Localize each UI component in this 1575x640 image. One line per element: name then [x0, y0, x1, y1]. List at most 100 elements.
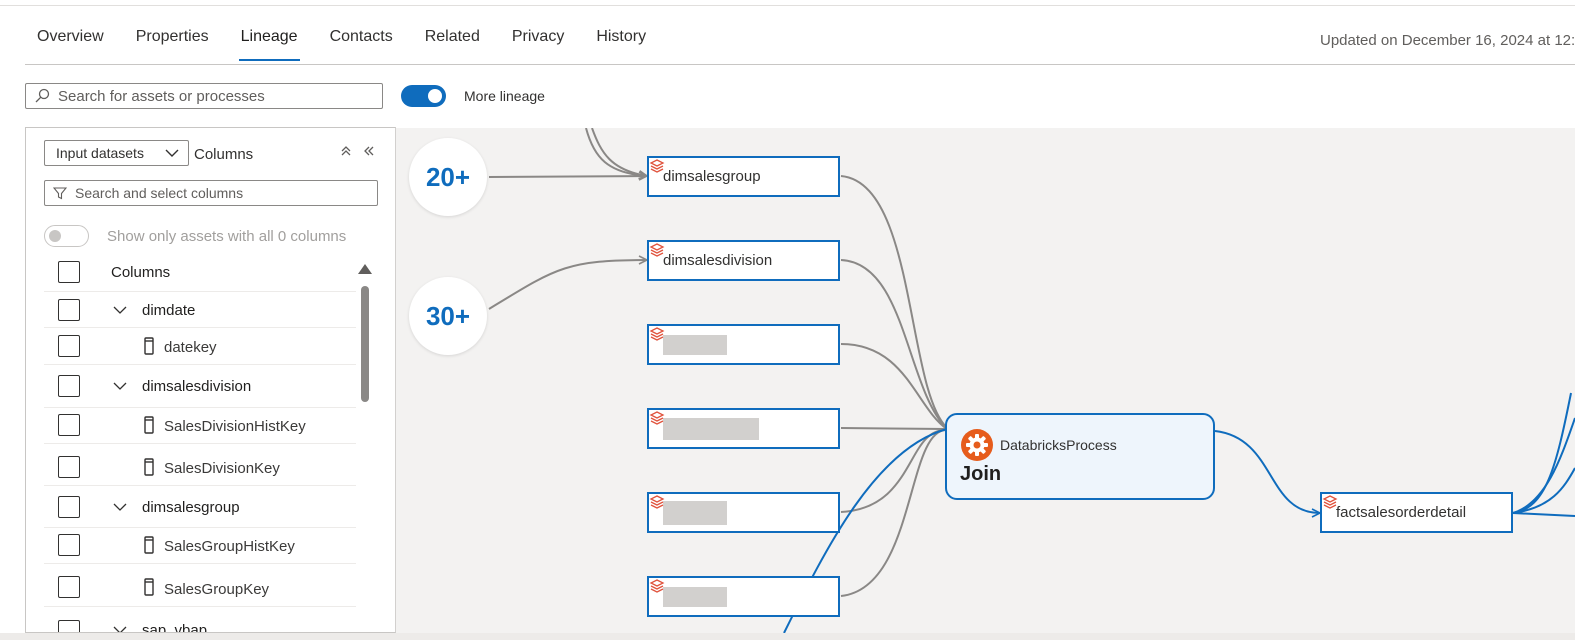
row-checkbox[interactable]: [58, 456, 80, 478]
column-search-box: [44, 180, 378, 206]
show-only-label: Show only assets with all 0 columns: [107, 228, 347, 245]
dataset-node[interactable]: [647, 324, 840, 365]
tab-related[interactable]: Related: [413, 22, 492, 58]
upstream-count-bubble[interactable]: 30+: [409, 277, 487, 355]
dataset-layers-icon: [649, 159, 665, 173]
show-only-toggle[interactable]: [44, 225, 89, 247]
chevron-down-icon[interactable]: [112, 622, 128, 633]
row-checkbox[interactable]: [58, 576, 80, 598]
dataset-layers-icon: [649, 579, 665, 593]
list-item-group[interactable]: dimdate: [44, 292, 356, 328]
tab-properties[interactable]: Properties: [124, 22, 221, 58]
row-checkbox[interactable]: [58, 620, 80, 632]
asset-search-input[interactable]: [56, 86, 376, 106]
collapse-all-icon[interactable]: [339, 144, 353, 158]
row-checkbox[interactable]: [58, 534, 80, 556]
top-divider: [0, 5, 1575, 6]
chevron-down-icon: [165, 149, 179, 157]
updated-timestamp: Updated on December 16, 2024 at 12:3: [1320, 32, 1575, 49]
tabs-divider: [25, 64, 1575, 65]
filter-icon: [53, 187, 67, 200]
chevron-down-icon[interactable]: [112, 302, 128, 318]
dataset-node[interactable]: dimsalesdivision: [647, 240, 840, 281]
row-checbox[interactable]: [58, 335, 80, 357]
row-checkbox[interactable]: [58, 496, 80, 518]
columns-label: Columns: [194, 146, 254, 163]
row-checkbox[interactable]: [58, 375, 80, 397]
column-icon: [144, 578, 154, 596]
column-label: SalesGroupHistKey: [164, 538, 295, 555]
column-filter-panel: Input datasets Columns Show only assets …: [25, 127, 396, 633]
upstream-count-bubble[interactable]: 20+: [409, 138, 487, 216]
column-label: datekey: [164, 339, 217, 356]
column-label: SalesDivisionKey: [164, 460, 280, 477]
toggle-knob: [49, 230, 61, 242]
tab-overview[interactable]: Overview: [25, 22, 116, 58]
tab-history[interactable]: History: [584, 22, 658, 58]
column-icon: [144, 337, 154, 355]
process-gear-icon: [961, 429, 993, 461]
dataset-node[interactable]: [647, 408, 840, 449]
group-label: dimdate: [142, 302, 196, 319]
column-label: SalesGroupKey: [164, 581, 270, 598]
list-item-column[interactable]: SalesDivisionKey: [44, 444, 356, 486]
row-checkbox[interactable]: [58, 414, 80, 436]
dataset-node[interactable]: dimsalesgroup: [647, 156, 840, 197]
scrollbar-thumb[interactable]: [361, 286, 369, 402]
tab-lineage[interactable]: Lineage: [229, 22, 310, 61]
dataset-name: dimsalesdivision: [663, 252, 773, 269]
column-icon: [144, 458, 154, 476]
column-label: SalesDivisionHistKey: [164, 418, 306, 435]
row-checkbox[interactable]: [58, 299, 80, 321]
group-label: sap_vbap: [142, 622, 208, 633]
tab-privacy[interactable]: Privacy: [500, 22, 576, 58]
redacted-dataset-name: [663, 500, 727, 525]
redacted-dataset-name: [663, 417, 759, 440]
column-search-input[interactable]: [73, 184, 373, 202]
output-dataset-node[interactable]: factsalesorderdetail: [1320, 492, 1513, 533]
list-item-group[interactable]: dimsalesgroup: [44, 486, 356, 528]
dataset-layers-icon: [1322, 495, 1338, 509]
column-icon: [144, 536, 154, 554]
list-item-column[interactable]: SalesGroupHistKey: [44, 528, 356, 564]
select-all-checkbox[interactable]: [58, 261, 80, 283]
process-name: Join: [960, 463, 1002, 485]
dataset-layers-icon: [649, 243, 665, 257]
more-lineage-label: More lineage: [464, 88, 545, 104]
column-header-label: Columns: [111, 264, 171, 281]
toggle-knob: [428, 89, 442, 103]
list-item-column[interactable]: datekey: [44, 328, 356, 365]
dataset-type-dropdown[interactable]: Input datasets: [44, 140, 189, 166]
lineage-edges: [488, 128, 1575, 633]
scroll-up-arrow-icon[interactable]: [358, 264, 372, 274]
dataset-name: dimsalesgroup: [663, 168, 761, 185]
dataset-layers-icon: [649, 495, 665, 509]
process-type-label: DatabricksProcess: [1000, 437, 1117, 453]
chevron-down-icon[interactable]: [112, 378, 128, 394]
asset-search-box: [25, 83, 383, 109]
more-lineage-toggle[interactable]: [401, 85, 446, 107]
tab-contacts[interactable]: Contacts: [318, 22, 405, 58]
column-list-header: Columns: [44, 252, 356, 292]
lineage-canvas[interactable]: 20+ 30+ dimsalesgroup dimsalesdivision D…: [396, 128, 1575, 633]
redacted-dataset-name: [663, 334, 727, 355]
search-icon: [35, 88, 50, 103]
dataset-layers-icon: [649, 411, 665, 425]
list-item-group[interactable]: sap_vbap: [44, 607, 356, 633]
group-label: dimsalesgroup: [142, 499, 240, 516]
chevron-down-icon[interactable]: [112, 499, 128, 515]
dropdown-value: Input datasets: [56, 145, 144, 161]
list-item-column[interactable]: SalesDivisionHistKey: [44, 408, 356, 444]
bottom-border: [0, 633, 1575, 640]
dataset-node[interactable]: [647, 576, 840, 617]
collapse-panel-icon[interactable]: [362, 144, 376, 158]
tab-bar: Overview Properties Lineage Contacts Rel…: [25, 22, 666, 61]
list-item-column[interactable]: SalesGroupKey: [44, 564, 356, 607]
redacted-dataset-name: [663, 586, 727, 607]
process-node[interactable]: DatabricksProcess Join: [945, 413, 1215, 500]
dataset-layers-icon: [649, 327, 665, 341]
column-icon: [144, 416, 154, 434]
dataset-node[interactable]: [647, 492, 840, 533]
list-item-group[interactable]: dimsalesdivision: [44, 365, 356, 408]
group-label: dimsalesdivision: [142, 378, 252, 395]
